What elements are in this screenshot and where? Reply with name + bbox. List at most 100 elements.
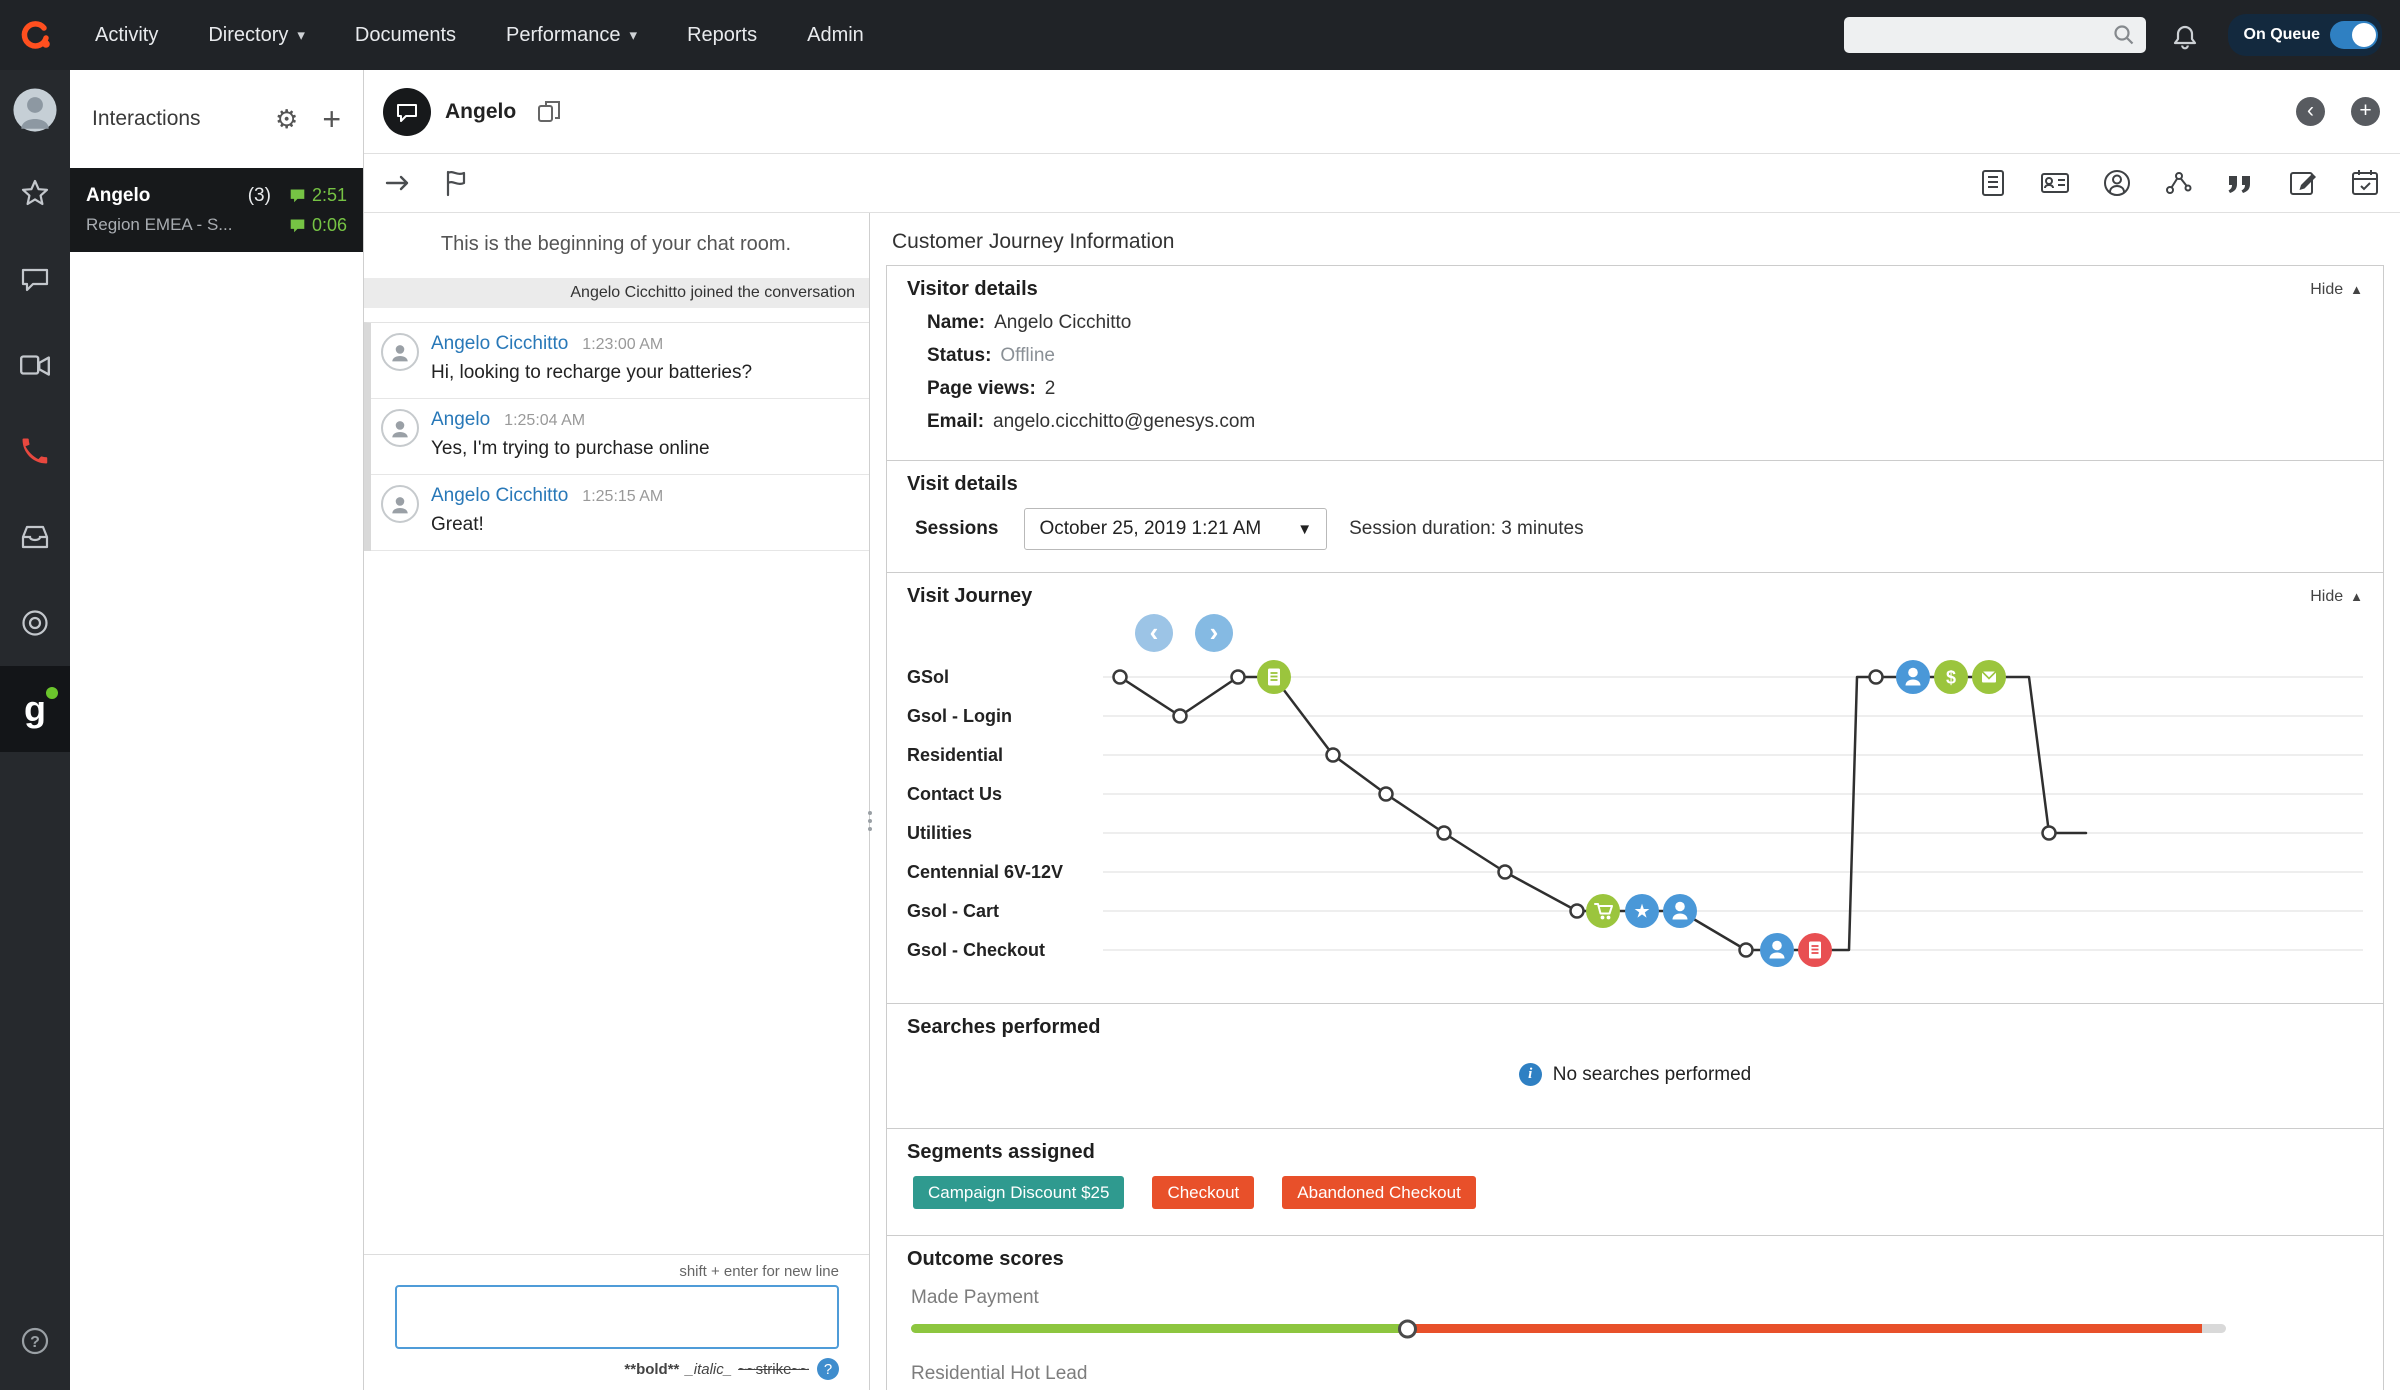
visit-journey-hide-toggle[interactable]: Hide ▲ bbox=[2310, 588, 2363, 606]
session-duration: Session duration: 3 minutes bbox=[1349, 518, 1583, 540]
nav-item-activity[interactable]: Activity bbox=[70, 0, 183, 70]
journey-event-user-icon bbox=[1760, 933, 1794, 967]
help-button[interactable]: ? bbox=[0, 1298, 70, 1384]
toggle-knob bbox=[2352, 23, 2376, 47]
video-camera-icon bbox=[18, 348, 52, 382]
sidebar-item-video[interactable] bbox=[0, 322, 70, 408]
hide-label: Hide bbox=[2310, 588, 2343, 606]
script-icon[interactable] bbox=[1978, 168, 2008, 198]
format-hint-bold: **bold** bbox=[624, 1361, 679, 1378]
schedule-icon[interactable] bbox=[2350, 168, 2380, 198]
top-navigation-bar: ActivityDirectory▾DocumentsPerformance▾R… bbox=[0, 0, 2400, 70]
genesys-logo-icon[interactable] bbox=[0, 0, 70, 70]
system-notice: Angelo Cicchitto joined the conversation bbox=[363, 278, 869, 308]
transfer-arrow-icon[interactable] bbox=[383, 168, 413, 198]
on-queue-toggle[interactable]: On Queue bbox=[2228, 14, 2382, 56]
interaction-count: (3) bbox=[248, 185, 271, 207]
add-interaction-button[interactable]: + bbox=[322, 103, 341, 135]
format-hint-italic: _italic_ bbox=[685, 1361, 732, 1378]
chat-timer-icon bbox=[289, 187, 306, 204]
sidebar-item-chat[interactable] bbox=[0, 236, 70, 322]
customer-journey-panel: Customer Journey Information Visitor det… bbox=[870, 213, 2400, 1390]
svg-text:Gsol - Checkout: Gsol - Checkout bbox=[907, 940, 1045, 960]
quotes-icon[interactable] bbox=[2226, 168, 2256, 198]
message-time: 1:23:00 AM bbox=[582, 336, 663, 354]
svg-text:Residential: Residential bbox=[907, 745, 1003, 765]
message-text: Hi, looking to recharge your batteries? bbox=[431, 362, 752, 384]
journey-sections: Visitor details Hide ▲ Name: Angelo Cicc… bbox=[886, 265, 2384, 1390]
user-avatar[interactable] bbox=[0, 70, 70, 150]
sidebar-item-calls[interactable] bbox=[0, 408, 70, 494]
toggle-switch[interactable] bbox=[2330, 21, 2378, 49]
nav-item-reports[interactable]: Reports bbox=[662, 0, 782, 70]
search-input[interactable] bbox=[1854, 24, 2112, 47]
compose-note-icon[interactable] bbox=[2288, 168, 2318, 198]
sidebar-item-support[interactable] bbox=[0, 580, 70, 666]
journey-next-button[interactable]: › bbox=[1195, 614, 1233, 652]
interactions-panel: Interactions ⚙ + Angelo (3) 2:51 Region … bbox=[70, 70, 364, 1390]
sidebar-item-favorites[interactable] bbox=[0, 150, 70, 236]
journey-event-money-icon: $ bbox=[1934, 660, 1968, 694]
outcome-label: Residential Hot Lead bbox=[911, 1363, 2363, 1385]
search-icon bbox=[2112, 23, 2136, 47]
nav-item-documents[interactable]: Documents bbox=[330, 0, 481, 70]
visit-details-section: Visit details Sessions October 25, 2019 … bbox=[887, 460, 2383, 572]
flag-icon[interactable] bbox=[441, 168, 471, 198]
notifications-bell-icon[interactable] bbox=[2170, 20, 2200, 50]
visitor-field-row: Page views: 2 bbox=[927, 378, 2363, 400]
segments-section: Segments assigned Campaign Discount $25C… bbox=[887, 1128, 2383, 1235]
format-hint-row: **bold**_italic_~~strike~~ ? bbox=[395, 1358, 839, 1380]
sessions-dropdown[interactable]: October 25, 2019 1:21 AM ▼ bbox=[1024, 508, 1327, 550]
outcome-handle bbox=[1398, 1319, 1417, 1338]
sidebar-item-collaborate-active[interactable]: g bbox=[0, 666, 70, 752]
person-icon bbox=[388, 340, 412, 364]
expand-panel-button[interactable]: + bbox=[2351, 97, 2380, 126]
segments-heading: Segments assigned bbox=[907, 1141, 2363, 1164]
gear-icon[interactable]: ⚙ bbox=[275, 106, 298, 132]
caret-down-icon: ▾ bbox=[297, 26, 305, 44]
nav-item-performance[interactable]: Performance▾ bbox=[481, 0, 662, 70]
journey-prev-button[interactable]: ‹ bbox=[1135, 614, 1173, 652]
searches-heading: Searches performed bbox=[907, 1016, 2363, 1039]
message-avatar bbox=[381, 333, 419, 371]
star-icon bbox=[19, 177, 51, 209]
svg-text:?: ? bbox=[30, 1334, 40, 1351]
person-icon bbox=[388, 416, 412, 440]
panel-resize-handle[interactable] bbox=[863, 801, 876, 841]
contact-card-icon[interactable] bbox=[2040, 168, 2070, 198]
chevron-up-icon: ▲ bbox=[2350, 282, 2363, 297]
chat-message-input[interactable] bbox=[395, 1285, 839, 1349]
app-window: ActivityDirectory▾DocumentsPerformance▾R… bbox=[0, 0, 2400, 1390]
global-search[interactable] bbox=[1844, 17, 2146, 53]
genesys-g-icon: g bbox=[24, 691, 46, 727]
visitor-field-row: Status: Offline bbox=[927, 345, 2363, 367]
sidebar-item-inbox[interactable] bbox=[0, 494, 70, 580]
collapse-panel-button[interactable]: ‹ bbox=[2296, 97, 2325, 126]
newline-hint: shift + enter for new line bbox=[395, 1263, 839, 1280]
interaction-list-item-active[interactable]: Angelo (3) 2:51 Region EMEA - S... 0:06 bbox=[70, 168, 363, 252]
logo-mark bbox=[18, 18, 52, 52]
question-icon: ? bbox=[19, 1325, 51, 1357]
svg-text:Utilities: Utilities bbox=[907, 823, 972, 843]
copy-icon[interactable] bbox=[536, 99, 562, 125]
outcomes-section: Outcome scores Made Payment Residential … bbox=[887, 1235, 2383, 1390]
outcome-score: Residential Hot Lead bbox=[911, 1363, 2363, 1390]
journey-event-mail-icon bbox=[1972, 660, 2006, 694]
visitor-details-section: Visitor details Hide ▲ Name: Angelo Cicc… bbox=[887, 266, 2383, 460]
nav-item-admin[interactable]: Admin bbox=[782, 0, 889, 70]
formatting-help-button[interactable]: ? bbox=[817, 1358, 839, 1380]
visit-journey-heading: Visit Journey bbox=[907, 585, 2310, 608]
visitor-details-hide-toggle[interactable]: Hide ▲ bbox=[2310, 281, 2363, 299]
profile-icon[interactable] bbox=[2102, 168, 2132, 198]
journey-map-icon[interactable] bbox=[2164, 168, 2194, 198]
person-icon bbox=[388, 492, 412, 516]
nav-item-directory[interactable]: Directory▾ bbox=[183, 0, 330, 70]
nav-item-label: Admin bbox=[807, 24, 864, 47]
interaction-type-avatar bbox=[383, 88, 431, 136]
nav-item-label: Performance bbox=[506, 24, 621, 47]
sessions-selected-value: October 25, 2019 1:21 AM bbox=[1039, 518, 1261, 540]
message-avatar bbox=[381, 409, 419, 447]
interaction-segment-timer: 0:06 bbox=[289, 215, 347, 236]
nav-item-label: Activity bbox=[95, 24, 158, 47]
message-author: Angelo Cicchitto bbox=[431, 333, 568, 355]
